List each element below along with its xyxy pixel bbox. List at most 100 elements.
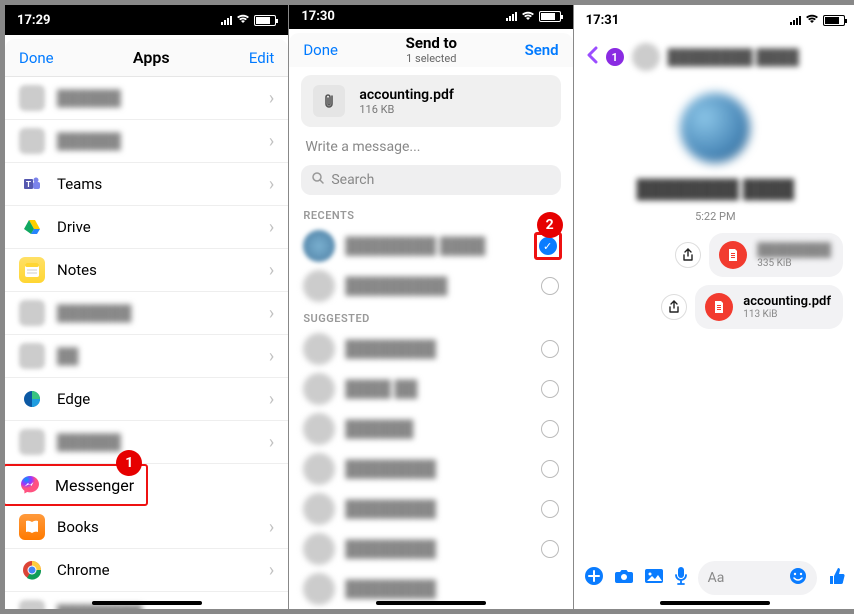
file-name: accounting.pdf xyxy=(743,294,831,309)
status-time: 17:31 xyxy=(586,13,620,28)
contact-item[interactable]: ████ ██ xyxy=(289,369,572,409)
nav-title: Apps xyxy=(133,48,170,67)
contact-avatar xyxy=(303,333,335,365)
file-message[interactable]: ████████ 335 KiB xyxy=(709,233,843,277)
app-item[interactable]: ██████ xyxy=(5,120,288,163)
message-row: accounting.pdf 113 KiB xyxy=(574,281,854,333)
checkbox-unchecked-icon[interactable] xyxy=(541,380,559,398)
like-button[interactable] xyxy=(827,566,847,591)
search-icon xyxy=(311,171,325,189)
emoji-button[interactable] xyxy=(789,567,807,589)
app-item[interactable]: ██████ xyxy=(5,77,288,120)
app-label: Books xyxy=(57,518,99,536)
app-label: Chrome xyxy=(57,561,110,579)
contact-avatar-large[interactable] xyxy=(680,93,750,163)
contact-item[interactable]: ████████ ████ ✓ xyxy=(289,226,572,266)
app-label: Notes xyxy=(57,261,97,279)
app-item-books[interactable]: Books xyxy=(5,506,288,549)
edit-button[interactable]: Edit xyxy=(249,49,274,67)
done-button[interactable]: Done xyxy=(19,49,54,67)
contact-avatar xyxy=(303,373,335,405)
file-size: 335 KiB xyxy=(757,258,831,269)
app-item[interactable]: ██ xyxy=(5,335,288,378)
contact-item[interactable]: ████████ xyxy=(289,529,572,569)
contact-name: ████ ██ xyxy=(345,379,417,399)
app-item-teams[interactable]: TTeams xyxy=(5,163,288,206)
contact-avatar xyxy=(303,573,335,605)
app-item[interactable]: ██████ xyxy=(5,421,288,464)
plus-button[interactable] xyxy=(584,566,604,591)
contact-avatar xyxy=(303,413,335,445)
app-label: ██ xyxy=(57,347,78,365)
back-button[interactable] xyxy=(586,46,598,69)
signal-icon xyxy=(790,16,801,25)
app-item-chrome[interactable]: Chrome xyxy=(5,549,288,592)
contact-name-header[interactable]: ████████ ████ xyxy=(668,48,799,66)
send-button[interactable]: Send xyxy=(525,41,559,59)
paperclip-icon xyxy=(313,85,345,117)
checkbox-unchecked-icon[interactable] xyxy=(541,340,559,358)
contact-item[interactable]: ████████ xyxy=(289,329,572,369)
messenger-send-to-screen: 17:30 Done Send to 1 selected Send accou… xyxy=(289,5,572,609)
contact-name: ██████ xyxy=(345,419,413,439)
svg-text:T: T xyxy=(26,180,31,189)
done-button[interactable]: Done xyxy=(303,41,338,59)
app-item-messenger[interactable]: Messenger xyxy=(17,472,134,498)
chat-header: 1 ████████ ████ xyxy=(574,35,854,79)
app-item-drive[interactable]: Drive xyxy=(5,206,288,249)
contact-avatar-small[interactable] xyxy=(632,43,660,71)
message-timestamp: 5:22 PM xyxy=(574,210,854,223)
contact-name: ████████ xyxy=(345,579,436,599)
checkbox-unchecked-icon[interactable] xyxy=(541,277,559,295)
home-indicator[interactable] xyxy=(92,601,202,605)
search-placeholder: Search xyxy=(331,172,374,188)
contact-item[interactable]: █████████ xyxy=(289,266,572,306)
home-indicator[interactable] xyxy=(660,601,770,605)
share-button[interactable] xyxy=(661,294,687,320)
drive-icon xyxy=(19,214,45,240)
app-icon xyxy=(19,429,45,455)
contact-name-large: ████████ ████ xyxy=(574,179,854,200)
app-label: ██████ xyxy=(57,89,121,107)
books-icon xyxy=(19,514,45,540)
share-button[interactable] xyxy=(675,242,701,268)
status-time: 17:29 xyxy=(17,13,51,28)
checkbox-checked-icon[interactable]: ✓ xyxy=(539,237,557,255)
file-message[interactable]: accounting.pdf 113 KiB xyxy=(695,285,843,329)
checkbox-unchecked-icon[interactable] xyxy=(541,500,559,518)
contact-avatar xyxy=(303,493,335,525)
home-indicator[interactable] xyxy=(376,601,486,605)
mic-button[interactable] xyxy=(674,566,688,591)
contact-item[interactable]: ████████ xyxy=(289,489,572,529)
nav-bar: Done Apps Edit xyxy=(5,39,288,77)
app-icon xyxy=(19,128,45,154)
checkbox-unchecked-icon[interactable] xyxy=(541,460,559,478)
message-input[interactable]: Write a message... xyxy=(289,135,572,165)
contact-item[interactable]: ██████ xyxy=(289,409,572,449)
document-icon xyxy=(719,241,747,269)
contact-avatar xyxy=(303,270,335,302)
attachment-card[interactable]: accounting.pdf 116 KB xyxy=(301,75,560,127)
app-item-edge[interactable]: Edge xyxy=(5,378,288,421)
notes-icon xyxy=(19,257,45,283)
status-indicators xyxy=(221,13,276,27)
app-list: ██████ ██████ TTeams Drive Notes ███████… xyxy=(5,77,288,609)
checkbox-unchecked-icon[interactable] xyxy=(541,540,559,558)
text-input[interactable]: Aa xyxy=(698,561,817,595)
app-item-notes[interactable]: Notes xyxy=(5,249,288,292)
teams-icon: T xyxy=(19,171,45,197)
gallery-button[interactable] xyxy=(644,567,664,590)
contact-avatar xyxy=(303,533,335,565)
contact-avatar xyxy=(303,230,335,262)
chrome-icon xyxy=(19,557,45,583)
search-input[interactable]: Search xyxy=(301,165,560,195)
messenger-icon xyxy=(17,472,43,498)
app-icon xyxy=(19,300,45,326)
app-label: ██████ xyxy=(57,433,121,451)
callout-badge-2: 2 xyxy=(537,212,563,238)
app-item[interactable]: ███████ xyxy=(5,292,288,335)
message-row: ████████ 335 KiB xyxy=(574,229,854,281)
contact-item[interactable]: ████████ xyxy=(289,449,572,489)
camera-button[interactable] xyxy=(614,567,634,590)
checkbox-unchecked-icon[interactable] xyxy=(541,420,559,438)
